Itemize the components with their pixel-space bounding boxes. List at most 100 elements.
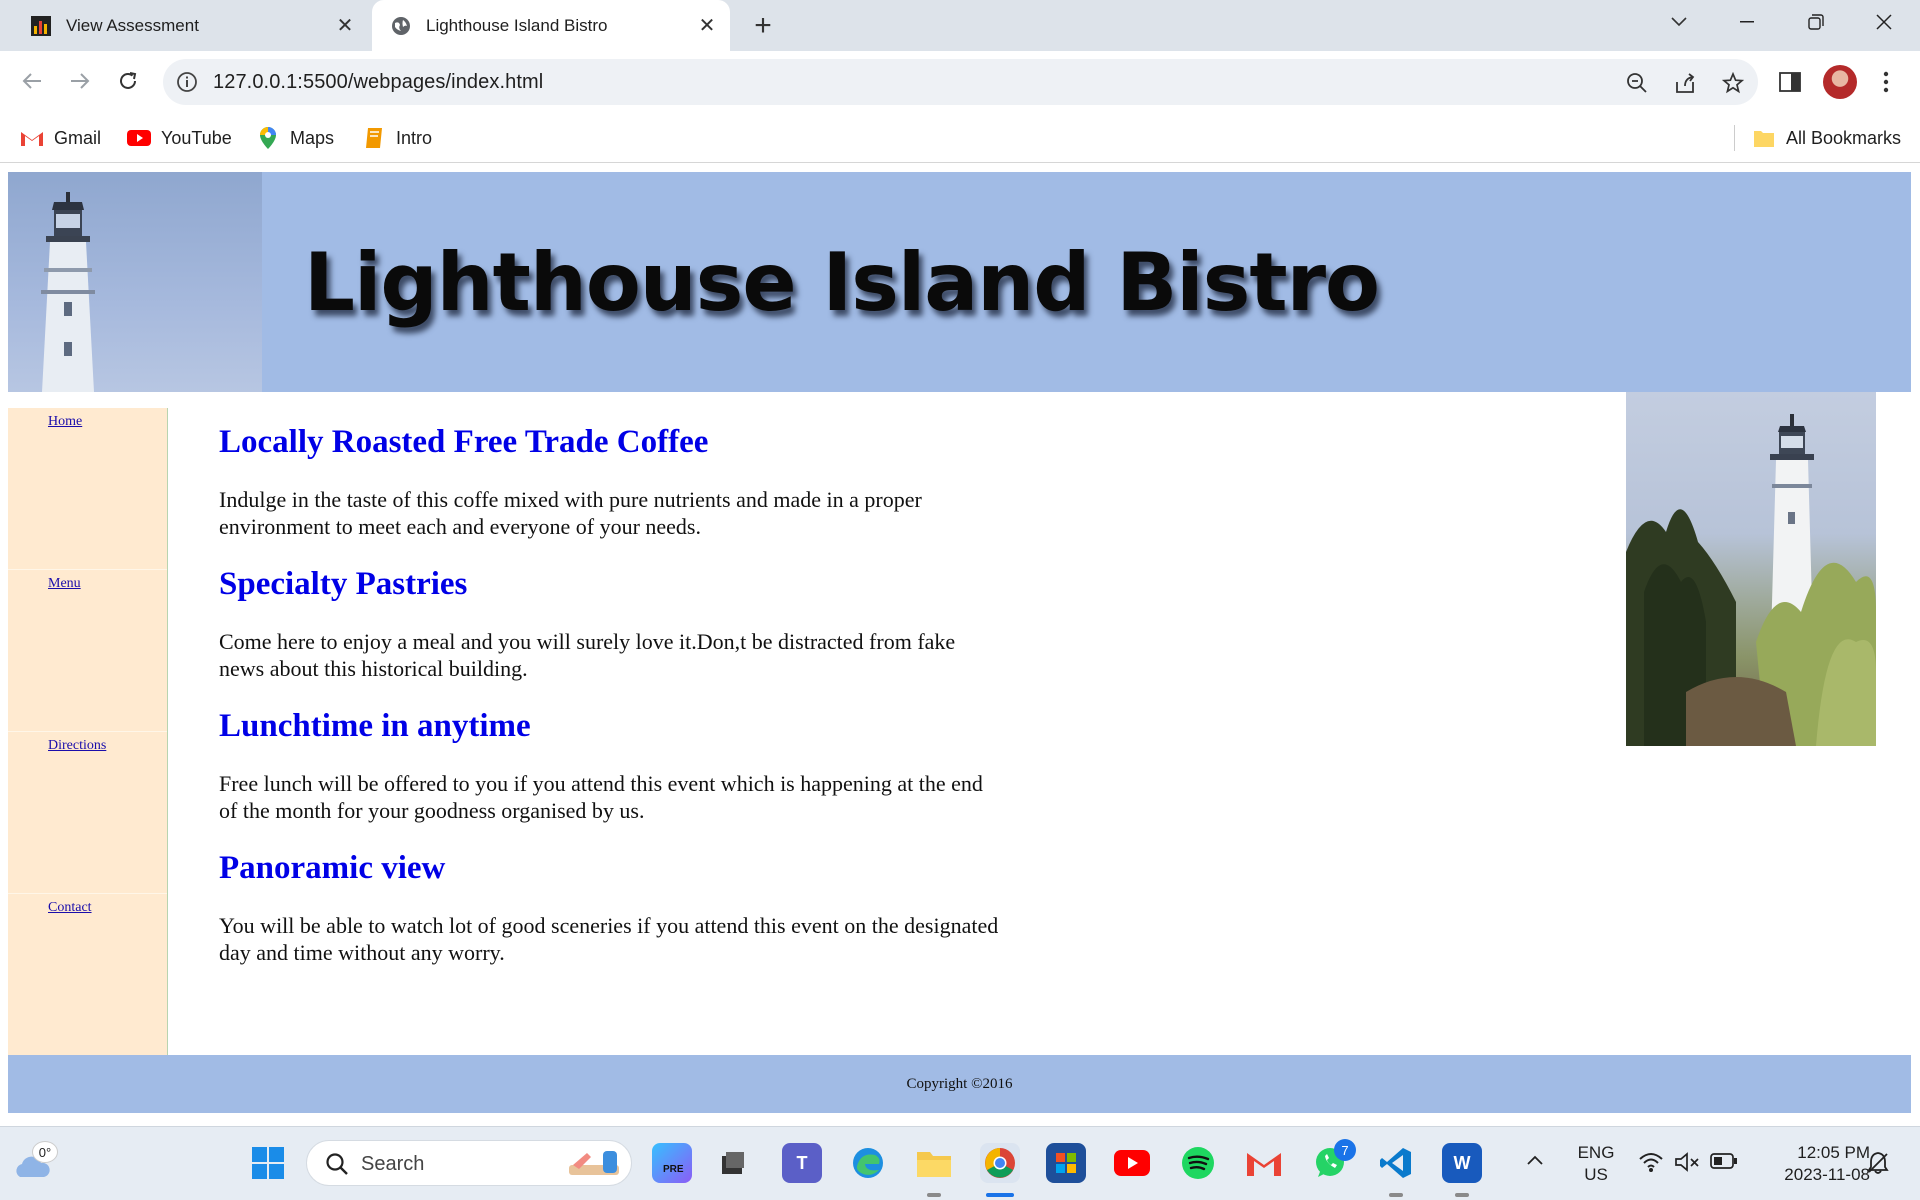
bookmarks-divider [1734, 125, 1735, 151]
bookmark-maps[interactable]: Maps [256, 125, 334, 151]
notification-bell-icon[interactable] [1866, 1151, 1890, 1180]
bar-chart-icon [30, 15, 52, 37]
nav-link-directions[interactable]: Directions [48, 738, 106, 753]
spotify-icon[interactable] [1178, 1143, 1218, 1183]
section-heading: Locally Roasted Free Trade Coffee [219, 424, 709, 460]
bookmark-label: YouTube [161, 127, 232, 148]
running-indicator [1389, 1193, 1403, 1197]
tab-title: Lighthouse Island Bistro [426, 15, 608, 35]
bookmark-youtube[interactable]: YouTube [127, 125, 232, 151]
chrome-icon[interactable] [980, 1143, 1020, 1183]
site-title: Lighthouse Island Bistro [304, 236, 1380, 329]
weather-temperature: 0° [32, 1141, 58, 1163]
restore-icon[interactable] [1788, 0, 1844, 44]
nav-link-contact[interactable]: Contact [48, 900, 92, 915]
bookmark-gmail[interactable]: Gmail [20, 125, 101, 151]
bookmarks-bar: Gmail YouTube Maps Intro All Bookmarks [0, 113, 1920, 163]
taskbar-search[interactable]: Search [306, 1140, 632, 1186]
close-tab-icon[interactable]: ✕ [328, 9, 362, 43]
nav-link-menu[interactable]: Menu [48, 576, 81, 591]
reload-icon[interactable] [108, 61, 148, 101]
section-text: You will be able to watch lot of good sc… [219, 913, 999, 965]
teams-icon[interactable]: T [782, 1143, 822, 1183]
section-coffee: Locally Roasted Free Trade Coffee Indulg… [219, 422, 999, 540]
minimize-icon[interactable] [1719, 0, 1775, 44]
site-info-icon[interactable] [176, 71, 198, 93]
all-bookmarks-button[interactable]: All Bookmarks [1752, 125, 1901, 151]
clock-time: 12:05 PM [1797, 1143, 1870, 1162]
more-menu-icon[interactable] [1868, 64, 1904, 100]
file-explorer-icon[interactable] [914, 1143, 954, 1183]
tab-lighthouse-island-bistro[interactable]: Lighthouse Island Bistro ✕ [372, 0, 730, 51]
section-text: Indulge in the taste of this coffe mixed… [219, 487, 922, 539]
region-code: US [1584, 1165, 1608, 1184]
forward-arrow-icon[interactable] [60, 61, 100, 101]
section-text: Free lunch will be offered to you if you… [219, 771, 983, 823]
svg-text:PRE: PRE [663, 1164, 684, 1174]
address-bar[interactable]: 127.0.0.1:5500/webpages/index.html [163, 59, 1758, 105]
search-icon [325, 1152, 349, 1181]
close-tab-icon[interactable]: ✕ [690, 9, 724, 43]
tab-title: View Assessment [66, 15, 199, 35]
task-view-icon[interactable] [712, 1143, 752, 1183]
tab-search-chevron-icon[interactable] [1651, 0, 1707, 44]
bookmark-label: Intro [396, 127, 433, 148]
lighthouse-photo [1626, 392, 1876, 746]
new-tab-button[interactable]: + [745, 8, 781, 44]
word-icon[interactable]: W [1442, 1143, 1482, 1183]
bookmark-label: Maps [290, 127, 335, 148]
section-heading: Specialty Pastries [219, 566, 468, 602]
whatsapp-unread-badge: 7 [1334, 1139, 1356, 1161]
vscode-icon[interactable] [1376, 1143, 1416, 1183]
book-icon [362, 127, 386, 149]
language-code: ENG [1577, 1143, 1615, 1162]
running-indicator [1455, 1193, 1469, 1197]
nav-item-menu: Menu [8, 570, 167, 732]
input-language[interactable]: ENG US [1574, 1142, 1618, 1186]
section-pastries: Specialty Pastries Come here to enjoy a … [219, 564, 999, 682]
lighthouse-header-image [8, 172, 262, 392]
nav-item-home: Home [8, 408, 167, 570]
back-arrow-icon[interactable] [12, 61, 52, 101]
speaker-muted-icon[interactable] [1674, 1151, 1700, 1178]
copilot-icon[interactable]: PRE [652, 1143, 692, 1183]
edge-icon[interactable] [848, 1143, 888, 1183]
zoom-icon[interactable] [1624, 70, 1650, 96]
globe-icon [390, 15, 412, 37]
start-windows-icon[interactable] [248, 1143, 288, 1183]
nav-item-contact: Contact [8, 894, 167, 1056]
close-window-icon[interactable] [1856, 0, 1912, 44]
bookmark-intro[interactable]: Intro [362, 125, 432, 151]
share-icon[interactable] [1672, 70, 1698, 96]
bookmark-label: Gmail [54, 127, 102, 148]
gmail-app-icon[interactable] [1244, 1143, 1284, 1183]
nav-item-directions: Directions [8, 732, 167, 894]
tab-view-assessment[interactable]: View Assessment ✕ [14, 0, 368, 51]
main-content: Locally Roasted Free Trade Coffee Indulg… [219, 422, 999, 990]
bookmark-star-icon[interactable] [1720, 70, 1746, 96]
site-header: Lighthouse Island Bistro [8, 172, 1911, 392]
url-text: 127.0.0.1:5500/webpages/index.html [213, 71, 544, 93]
profile-avatar[interactable] [1823, 65, 1857, 99]
page-viewport: Lighthouse Island Bistro Home Menu Direc… [0, 164, 1920, 1126]
clock-date: 2023-11-08 [1784, 1165, 1870, 1184]
battery-icon[interactable] [1710, 1152, 1738, 1175]
weather-widget[interactable]: 0° [10, 1141, 58, 1185]
show-hidden-icons-chevron-icon[interactable] [1526, 1153, 1544, 1171]
section-heading: Lunchtime in anytime [219, 708, 531, 744]
site-footer: Copyright ©2016 [8, 1055, 1911, 1113]
clock[interactable]: 12:05 PM 2023-11-08 [1752, 1142, 1870, 1186]
nav-link-home[interactable]: Home [48, 414, 82, 429]
site-navigation: Home Menu Directions Contact [8, 408, 168, 1056]
wifi-icon[interactable] [1638, 1151, 1664, 1178]
maps-pin-icon [256, 127, 280, 149]
gmail-icon [20, 127, 44, 149]
folder-icon [1752, 127, 1776, 149]
browser-toolbar: 127.0.0.1:5500/webpages/index.html [0, 51, 1920, 113]
side-panel-icon[interactable] [1772, 64, 1808, 100]
section-text: Come here to enjoy a meal and you will s… [219, 629, 956, 681]
microsoft-store-icon[interactable] [1046, 1143, 1086, 1183]
youtube-app-icon[interactable] [1112, 1143, 1152, 1183]
section-panoramic: Panoramic view You will be able to watch… [219, 848, 999, 966]
windows-taskbar: 0° Search PRE T 7 W ENG US 12:05 PM 2023… [0, 1126, 1920, 1200]
